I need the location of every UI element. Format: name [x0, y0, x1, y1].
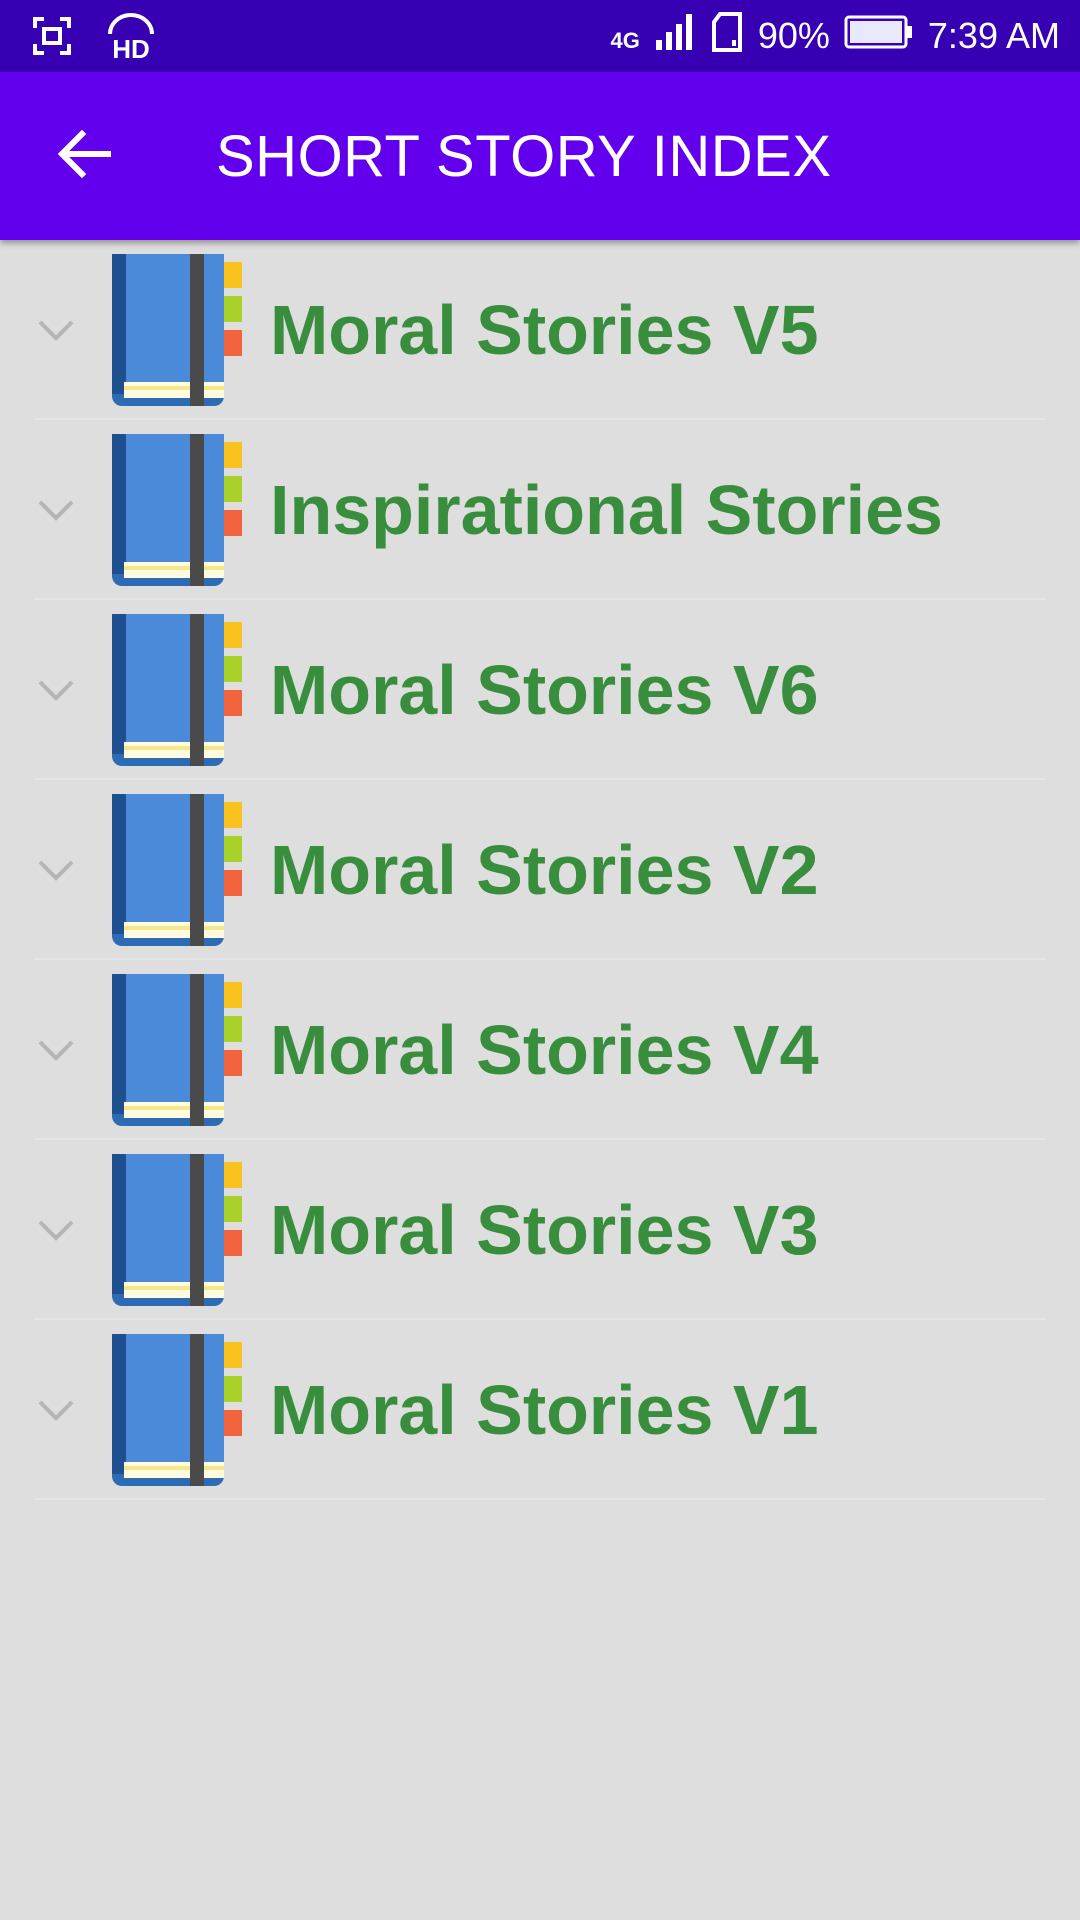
chevron-down-icon[interactable] — [34, 1390, 78, 1430]
story-list: Moral Stories V5 Inspirational Stories M… — [0, 240, 1080, 1500]
chevron-down-icon[interactable] — [34, 490, 78, 530]
book-icon — [112, 794, 248, 946]
app-bar: SHORT STORY INDEX — [0, 72, 1080, 240]
list-item[interactable]: Moral Stories V4 — [0, 960, 1080, 1140]
book-icon — [112, 434, 248, 586]
status-left-icons: HD — [32, 12, 190, 65]
chevron-down-icon[interactable] — [34, 1210, 78, 1250]
chevron-down-icon[interactable] — [34, 670, 78, 710]
book-icon — [112, 1334, 248, 1486]
screenshot-icon — [32, 16, 72, 61]
story-title: Moral Stories V5 — [270, 291, 819, 369]
battery-percent: 90% — [757, 15, 830, 56]
chevron-down-icon[interactable] — [34, 310, 78, 350]
story-title: Moral Stories V3 — [270, 1191, 819, 1269]
status-right: 4G 90% 7:39 AM — [610, 0, 1060, 72]
status-bar: HD 4G 90% 7:39 AM — [0, 0, 1080, 72]
book-icon — [112, 1154, 248, 1306]
story-title: Moral Stories V4 — [270, 1011, 819, 1089]
list-item[interactable]: Inspirational Stories — [0, 420, 1080, 600]
list-item[interactable]: Moral Stories V6 — [0, 600, 1080, 780]
divider — [34, 1498, 1046, 1500]
chevron-down-icon[interactable] — [34, 850, 78, 890]
story-title: Moral Stories V1 — [270, 1371, 819, 1449]
page-title: SHORT STORY INDEX — [216, 123, 832, 189]
svg-text:HD: HD — [112, 34, 150, 60]
arrow-back-icon — [56, 128, 112, 185]
list-item[interactable]: Moral Stories V5 — [0, 240, 1080, 420]
list-item[interactable]: Moral Stories V1 — [0, 1320, 1080, 1500]
clock: 7:39 AM — [927, 15, 1060, 56]
book-icon — [112, 614, 248, 766]
hd-headset-icon: HD — [104, 12, 158, 65]
story-title: Moral Stories V6 — [270, 651, 819, 729]
list-item[interactable]: Moral Stories V3 — [0, 1140, 1080, 1320]
list-item[interactable]: Moral Stories V2 — [0, 780, 1080, 960]
back-button[interactable] — [44, 116, 124, 196]
chevron-down-icon[interactable] — [34, 1030, 78, 1070]
sim-icon — [710, 11, 744, 61]
signal-icon — [654, 12, 696, 61]
story-title: Moral Stories V2 — [270, 831, 819, 909]
book-icon — [112, 254, 248, 406]
battery-icon — [844, 14, 914, 59]
story-title: Inspirational Stories — [270, 471, 943, 549]
network-type-label: 4G — [610, 28, 640, 53]
book-icon — [112, 974, 248, 1126]
